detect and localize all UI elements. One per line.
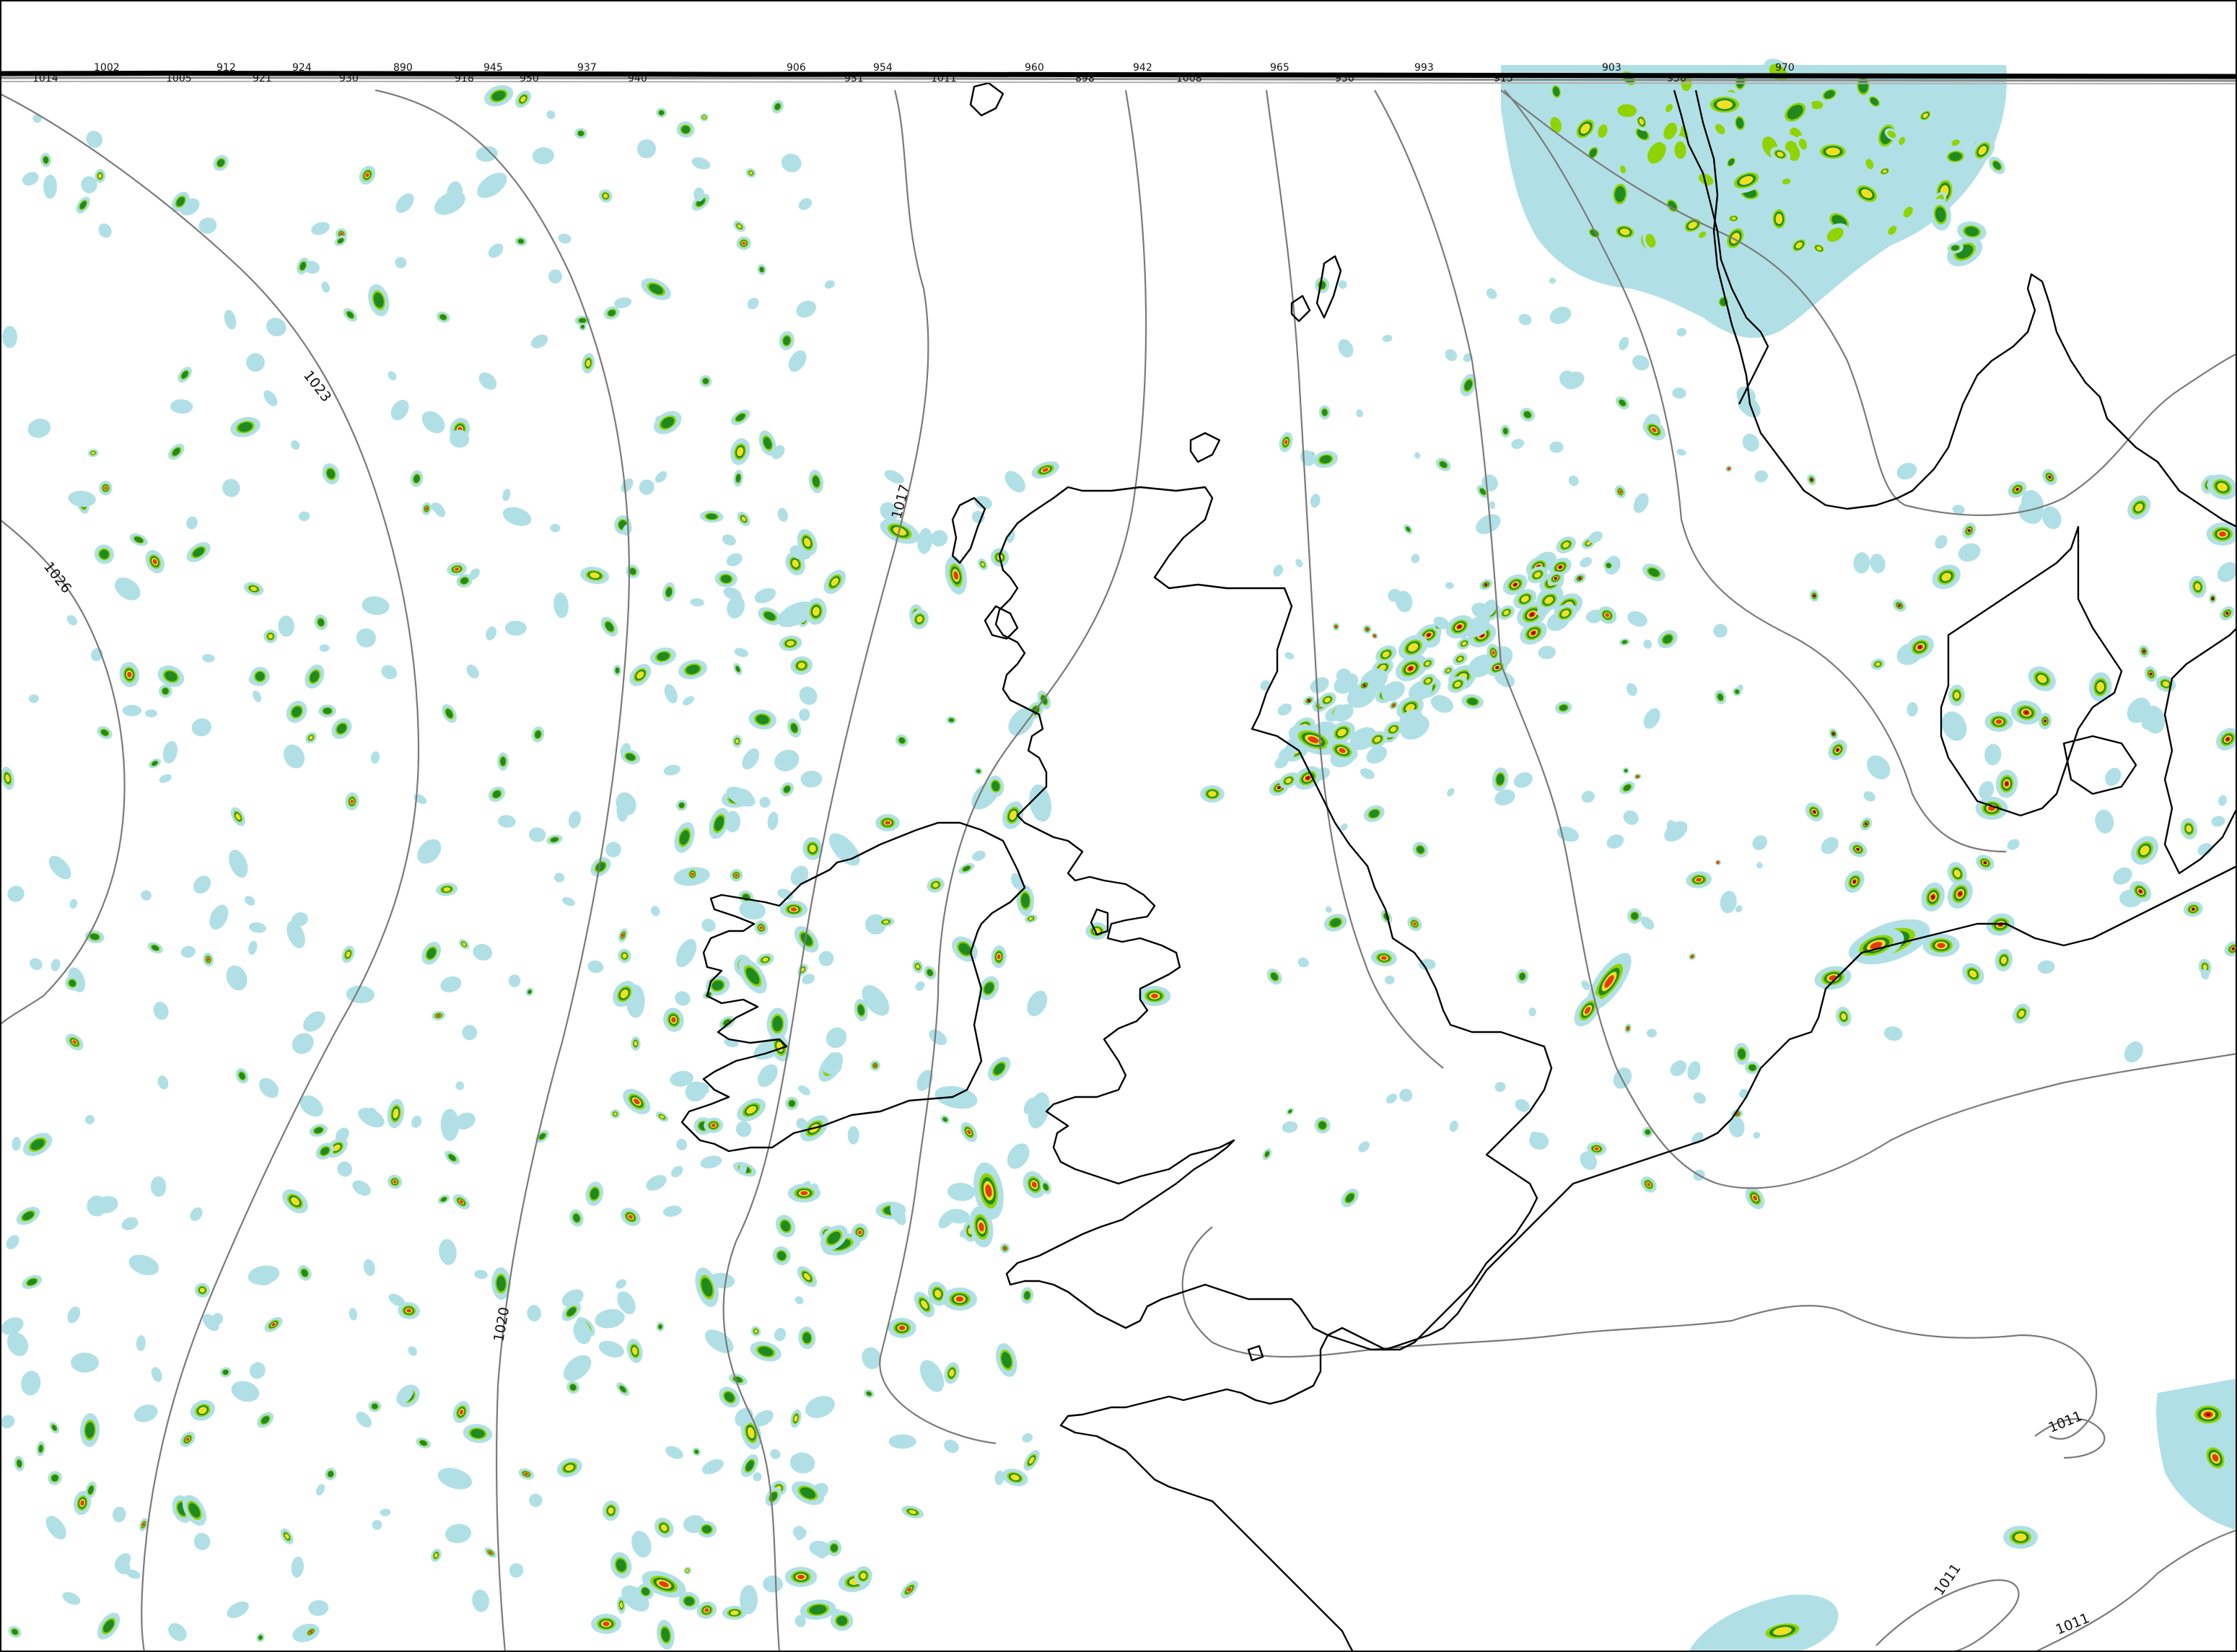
- top-edge-label: 924: [292, 62, 312, 74]
- top-edge-label: 898: [1075, 73, 1095, 84]
- precip-cell: [497, 752, 509, 771]
- precip-cell: [942, 1288, 977, 1311]
- top-edge-label: 942: [1133, 62, 1152, 74]
- top-edge-label: 950: [520, 73, 539, 84]
- precip-cell: [1975, 797, 2008, 820]
- top-edge-label: 956: [1667, 73, 1686, 84]
- precip-cell: [2003, 1526, 2038, 1549]
- top-edge-label: 930: [339, 73, 359, 84]
- precip-cell: [1085, 922, 1108, 940]
- weather-map: 1023 1026 1017 1020 1011 1011 1011 1014 1…: [0, 0, 2237, 1652]
- precip-cell: [591, 1614, 621, 1634]
- precip-cell: [613, 664, 622, 676]
- top-edge-label: 921: [253, 73, 272, 84]
- precip-cell: [1812, 140, 1854, 163]
- precip-cell: [785, 1096, 799, 1111]
- top-edge-label: 1005: [166, 73, 192, 84]
- top-edge-label: 1002: [94, 62, 120, 74]
- top-edge-label: 937: [577, 62, 597, 74]
- top-edge-label: 970: [1775, 62, 1795, 74]
- precip-cell: [888, 1434, 916, 1449]
- top-edge-label: 930: [1335, 73, 1354, 84]
- precip-cell: [875, 814, 900, 831]
- top-edge-label: 1011: [931, 73, 957, 84]
- top-edge-label: 912: [216, 62, 236, 74]
- top-edge-label: 993: [1414, 62, 1434, 74]
- top-edge-label: 906: [787, 62, 806, 74]
- precip-cell: [779, 901, 808, 918]
- top-edge-label: 903: [1602, 62, 1621, 74]
- precip-cell: [784, 1567, 818, 1587]
- top-edge-label: 940: [628, 73, 647, 84]
- precip-cell: [1984, 712, 2013, 732]
- top-edge-label: 1008: [1176, 73, 1202, 84]
- top-edge-label: 960: [1025, 62, 1044, 74]
- top-edge-label: 890: [393, 62, 413, 74]
- top-edge-label: 945: [483, 62, 503, 74]
- top-edge-label: 918: [455, 73, 474, 84]
- top-edge-label: 954: [873, 62, 893, 74]
- top-edge-label: 915: [1494, 73, 1513, 84]
- top-edge-label: 965: [1270, 62, 1290, 74]
- precip-cell: [1922, 934, 1960, 957]
- map-canvas: 1023 1026 1017 1020 1011 1011 1011 10141…: [0, 0, 2237, 1652]
- precip-cell: [2186, 1400, 2230, 1429]
- precip-cell: [1701, 92, 1748, 118]
- precip-cell: [724, 810, 741, 833]
- map-background: [0, 0, 2237, 1652]
- precip-cell: [1200, 785, 1225, 803]
- top-edge-label: 1014: [32, 73, 58, 84]
- precip-cell: [888, 1318, 916, 1338]
- top-edge-label: 951: [844, 73, 864, 84]
